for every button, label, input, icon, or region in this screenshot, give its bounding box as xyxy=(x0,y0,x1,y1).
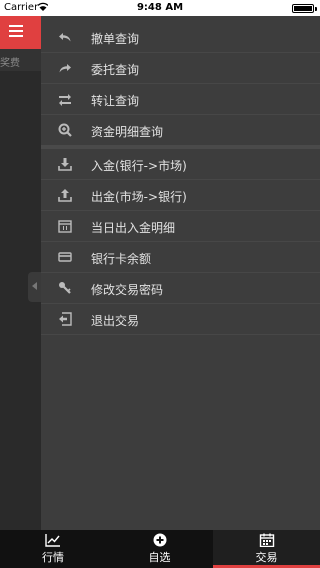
chart-icon xyxy=(45,534,60,547)
menu-item-daily-fund-detail[interactable]: 当日出入金明细 xyxy=(41,211,320,242)
menu-item-label: 当日出入金明细 xyxy=(91,221,176,235)
hamburger-icon xyxy=(9,25,23,38)
main-row-text: 奖费 xyxy=(0,58,20,69)
menu-item-fund-detail-query[interactable]: 资金明细查询 xyxy=(41,115,320,146)
chevron-left-icon xyxy=(32,282,37,290)
undo-icon xyxy=(58,30,72,44)
calendar-icon xyxy=(58,219,72,233)
drawer-handle[interactable] xyxy=(28,272,41,302)
exit-icon xyxy=(58,312,72,326)
menu-item-label: 退出交易 xyxy=(91,314,140,328)
menu-item-deposit[interactable]: 入金(银行->市场) xyxy=(41,149,320,180)
main-list-row: 奖费 xyxy=(0,49,41,71)
tab-label: 交易 xyxy=(255,551,278,564)
menu-item-cancel-query[interactable]: 撤单查询 xyxy=(41,22,320,53)
tab-watchlist[interactable]: 自选 xyxy=(106,530,213,568)
menu-item-label: 修改交易密码 xyxy=(91,283,164,297)
menu-item-transfer-query[interactable]: 转让查询 xyxy=(41,84,320,115)
battery-icon xyxy=(292,4,317,13)
card-icon xyxy=(58,250,72,264)
tab-trade[interactable]: 交易 xyxy=(213,530,320,568)
menu-toggle-button[interactable] xyxy=(0,16,41,49)
menu-item-label: 入金(银行->市场) xyxy=(91,159,187,173)
add-circle-icon xyxy=(153,533,167,547)
upload-icon xyxy=(58,188,72,202)
calendar-icon xyxy=(259,533,275,547)
status-time: 9:48 AM xyxy=(136,2,184,13)
transfer-icon xyxy=(58,92,72,106)
key-icon xyxy=(58,281,72,295)
menu-item-withdraw[interactable]: 出金(市场->银行) xyxy=(41,180,320,211)
magnifier-icon xyxy=(58,123,72,137)
menu-item-label: 转让查询 xyxy=(91,94,140,108)
tab-quotes[interactable]: 行情 xyxy=(0,530,106,568)
tab-label: 行情 xyxy=(42,551,64,564)
menu-item-label: 资金明细查询 xyxy=(91,125,164,139)
menu-item-bank-balance[interactable]: 银行卡余额 xyxy=(41,242,320,273)
bottom-tab-bar: 行情 自选 交易 xyxy=(0,530,320,568)
menu-item-label: 银行卡余额 xyxy=(91,252,152,266)
download-icon xyxy=(58,157,72,171)
menu-item-change-password[interactable]: 修改交易密码 xyxy=(41,273,320,304)
trade-drawer-menu: 撤单查询 委托查询 转让查询 资金明细查询 入金(银行->市场) 出金(市场->… xyxy=(41,16,320,530)
tab-label: 自选 xyxy=(148,551,171,564)
menu-item-order-query[interactable]: 委托查询 xyxy=(41,53,320,84)
redo-icon xyxy=(58,61,72,75)
status-bar: Carrier 9:48 AM xyxy=(0,0,320,16)
menu-item-label: 出金(市场->银行) xyxy=(91,190,187,204)
menu-item-label: 委托查询 xyxy=(91,63,140,77)
menu-item-label: 撤单查询 xyxy=(91,32,140,46)
menu-item-exit-trade[interactable]: 退出交易 xyxy=(41,304,320,335)
main-content: 奖费 xyxy=(0,16,41,530)
